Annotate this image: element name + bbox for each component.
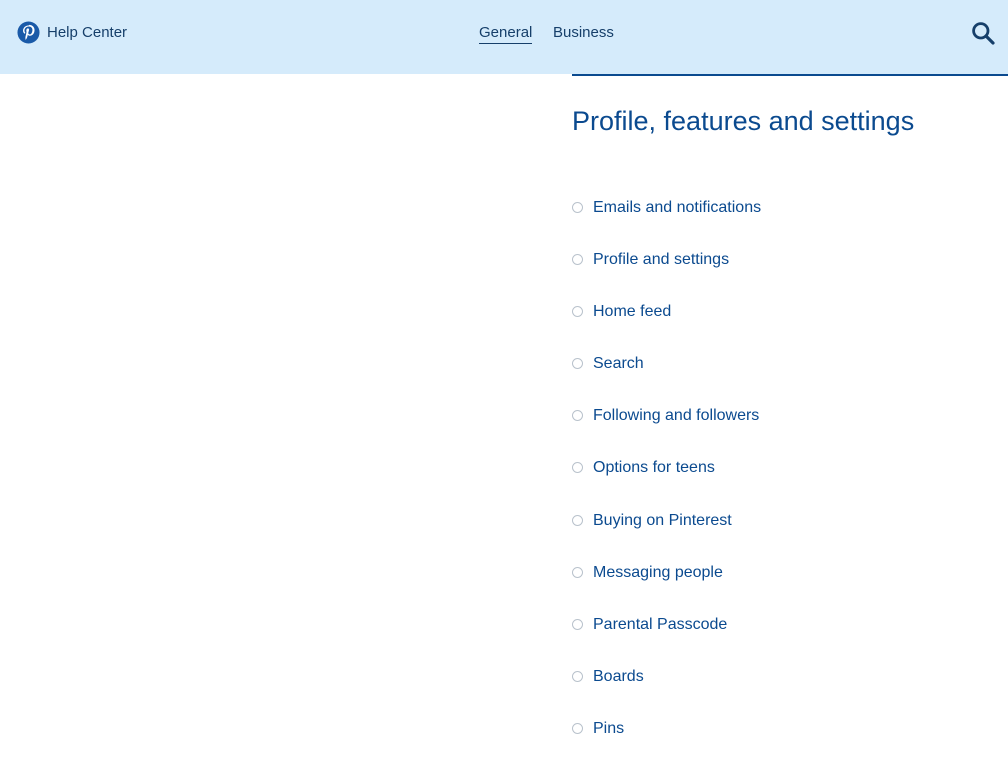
list-item[interactable]: Messaging people [572,563,761,615]
topic-link[interactable]: Messaging people [593,563,723,583]
bullet-circle-icon [572,358,583,370]
help-center-label[interactable]: Help Center [47,24,127,42]
topic-list: Emails and notifications Profile and set… [572,198,761,771]
list-item[interactable]: Options for teens [572,458,761,510]
list-item[interactable]: Home feed [572,302,761,354]
bullet-circle-icon [572,462,583,474]
topic-link[interactable]: Pins [593,719,624,739]
list-item[interactable]: Emails and notifications [572,198,761,250]
pinterest-logo-icon[interactable] [17,21,40,44]
bullet-circle-icon [572,722,583,734]
bullet-circle-icon [572,410,583,422]
list-item[interactable]: Profile and settings [572,250,761,302]
topic-link[interactable]: Profile and settings [593,250,729,270]
bullet-circle-icon [572,514,583,526]
list-item[interactable]: Pins [572,719,761,771]
page-title: Profile, features and settings [572,106,915,136]
bullet-circle-icon [572,202,583,213]
topic-link[interactable]: Emails and notifications [593,198,761,218]
list-item[interactable]: Following and followers [572,406,761,458]
section-divider [572,74,1008,76]
topic-link[interactable]: Following and followers [593,406,759,426]
nav-tab-business[interactable]: Business [553,24,614,42]
bullet-circle-icon [572,618,583,630]
bullet-circle-icon [572,670,583,682]
nav-tab-general[interactable]: General [479,24,533,44]
top-navigation-bar: Help Center General Business [0,0,1008,74]
topic-link[interactable]: Options for teens [593,458,715,478]
list-item[interactable]: Search [572,354,761,406]
search-icon[interactable] [971,21,995,45]
topic-link[interactable]: Buying on Pinterest [593,511,732,531]
topic-link[interactable]: Home feed [593,302,671,322]
list-item[interactable]: Boards [572,667,761,719]
list-item[interactable]: Parental Passcode [572,615,761,667]
bullet-circle-icon [572,566,583,578]
bullet-circle-icon [572,254,583,266]
topic-link[interactable]: Boards [593,667,644,687]
list-item[interactable]: Buying on Pinterest [572,511,761,563]
bullet-circle-icon [572,306,583,318]
topic-link[interactable]: Search [593,354,644,374]
topic-link[interactable]: Parental Passcode [593,615,727,635]
